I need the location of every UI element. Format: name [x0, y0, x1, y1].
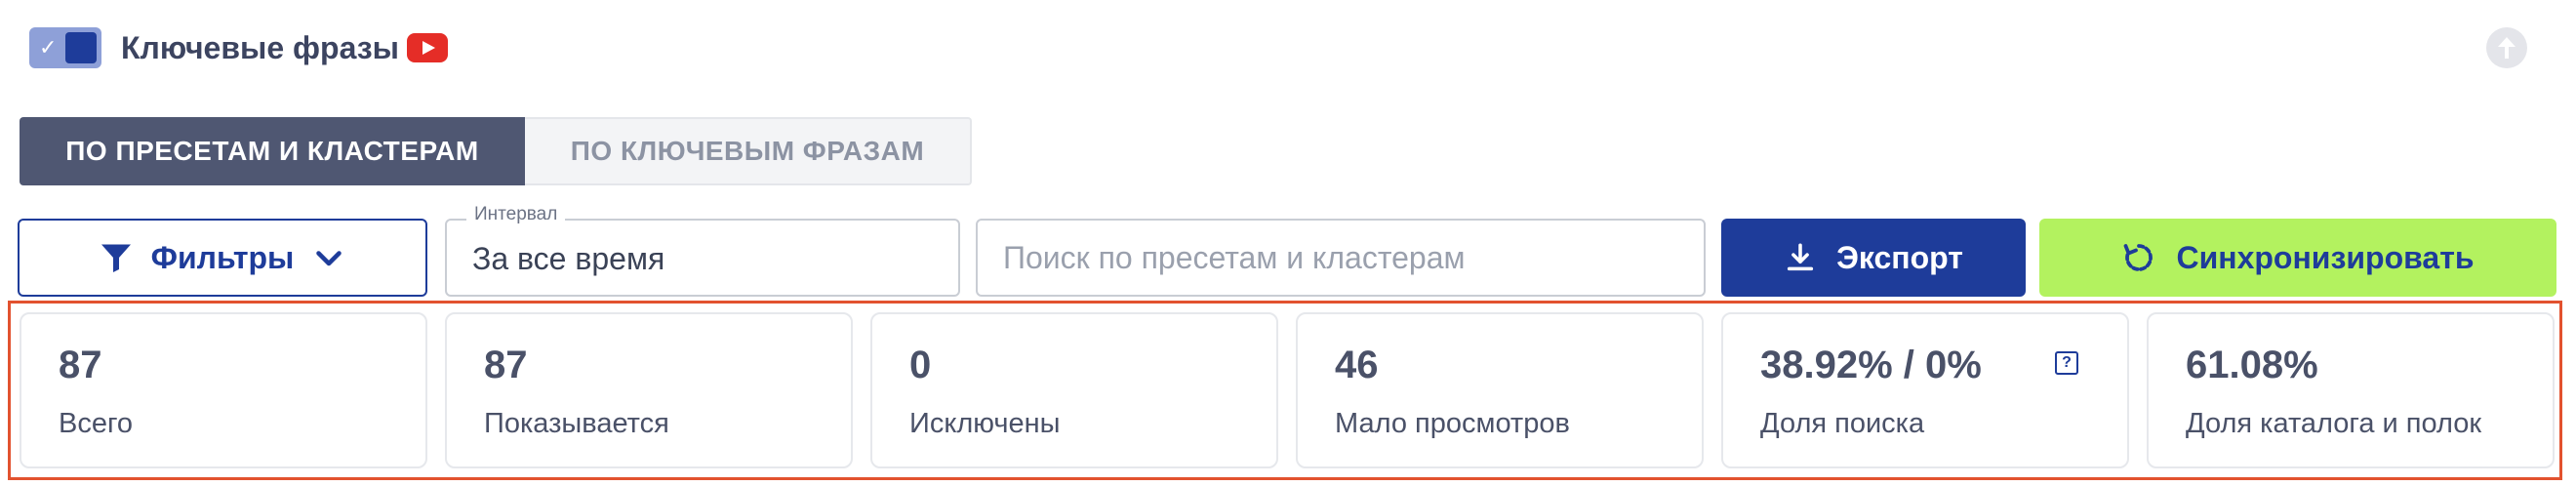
stat-label: Исключены	[909, 408, 1061, 439]
help-icon[interactable]: ?	[2055, 351, 2078, 375]
stat-label: Доля поиска	[1760, 408, 1925, 439]
stat-label: Доля каталога и полок	[2186, 408, 2482, 439]
search-field[interactable]	[976, 219, 1706, 297]
stat-card-search-share: 38.92% / 0% ? Доля поиска	[1721, 312, 2129, 468]
sync-label: Синхронизировать	[2176, 239, 2475, 275]
stat-card-catalog-share: 61.08% Доля каталога и полок	[2147, 312, 2555, 468]
scroll-up-icon[interactable]	[2486, 27, 2527, 68]
filters-label: Фильтры	[150, 239, 295, 275]
section-title: Ключевые фразы	[121, 29, 399, 65]
funnel-icon	[101, 244, 131, 272]
export-button[interactable]: Экспорт	[1721, 219, 2026, 297]
view-tabs: ПО ПРЕСЕТАМ И КЛАСТЕРАМ ПО КЛЮЧЕВЫМ ФРАЗ…	[20, 117, 972, 185]
toggle-knob	[65, 32, 97, 63]
interval-value: За все время	[472, 241, 665, 276]
youtube-icon	[407, 33, 448, 62]
stat-value: 87	[59, 344, 102, 386]
stat-label: Всего	[59, 408, 134, 439]
stat-value: 61.08%	[2186, 344, 2318, 386]
stat-card-total: 87 Всего	[20, 312, 427, 468]
stat-label: Мало просмотров	[1335, 408, 1570, 439]
section-header: ✓ Ключевые фразы	[29, 23, 448, 72]
tab-key-phrases[interactable]: ПО КЛЮЧЕВЫМ ФРАЗАМ	[525, 117, 972, 185]
stat-value: 38.92% / 0%	[1760, 344, 1982, 386]
stat-card-excluded: 0 Исключены	[870, 312, 1278, 468]
search-input[interactable]	[1003, 239, 1704, 276]
download-icon	[1787, 243, 1814, 271]
stats-row: 87 Всего 87 Показывается 0 Исключены 46 …	[20, 312, 2555, 468]
checkmark-icon: ✓	[39, 35, 58, 60]
stat-value: 0	[909, 344, 932, 386]
section-toggle[interactable]: ✓	[29, 27, 101, 68]
stat-value: 87	[484, 344, 528, 386]
tab-presets-clusters[interactable]: ПО ПРЕСЕТАМ И КЛАСТЕРАМ	[20, 117, 525, 185]
filters-button[interactable]: Фильтры	[18, 219, 427, 297]
chevron-down-icon	[316, 251, 342, 266]
interval-select[interactable]: Интервал За все время	[445, 204, 960, 297]
interval-label: Интервал	[466, 204, 566, 225]
export-label: Экспорт	[1836, 239, 1963, 275]
sync-button[interactable]: Синхронизировать	[2039, 219, 2556, 297]
stat-label: Показывается	[484, 408, 669, 439]
stat-card-low-views: 46 Мало просмотров	[1296, 312, 1704, 468]
sync-icon	[2124, 244, 2153, 271]
stat-value: 46	[1335, 344, 1379, 386]
stat-card-shown: 87 Показывается	[445, 312, 853, 468]
